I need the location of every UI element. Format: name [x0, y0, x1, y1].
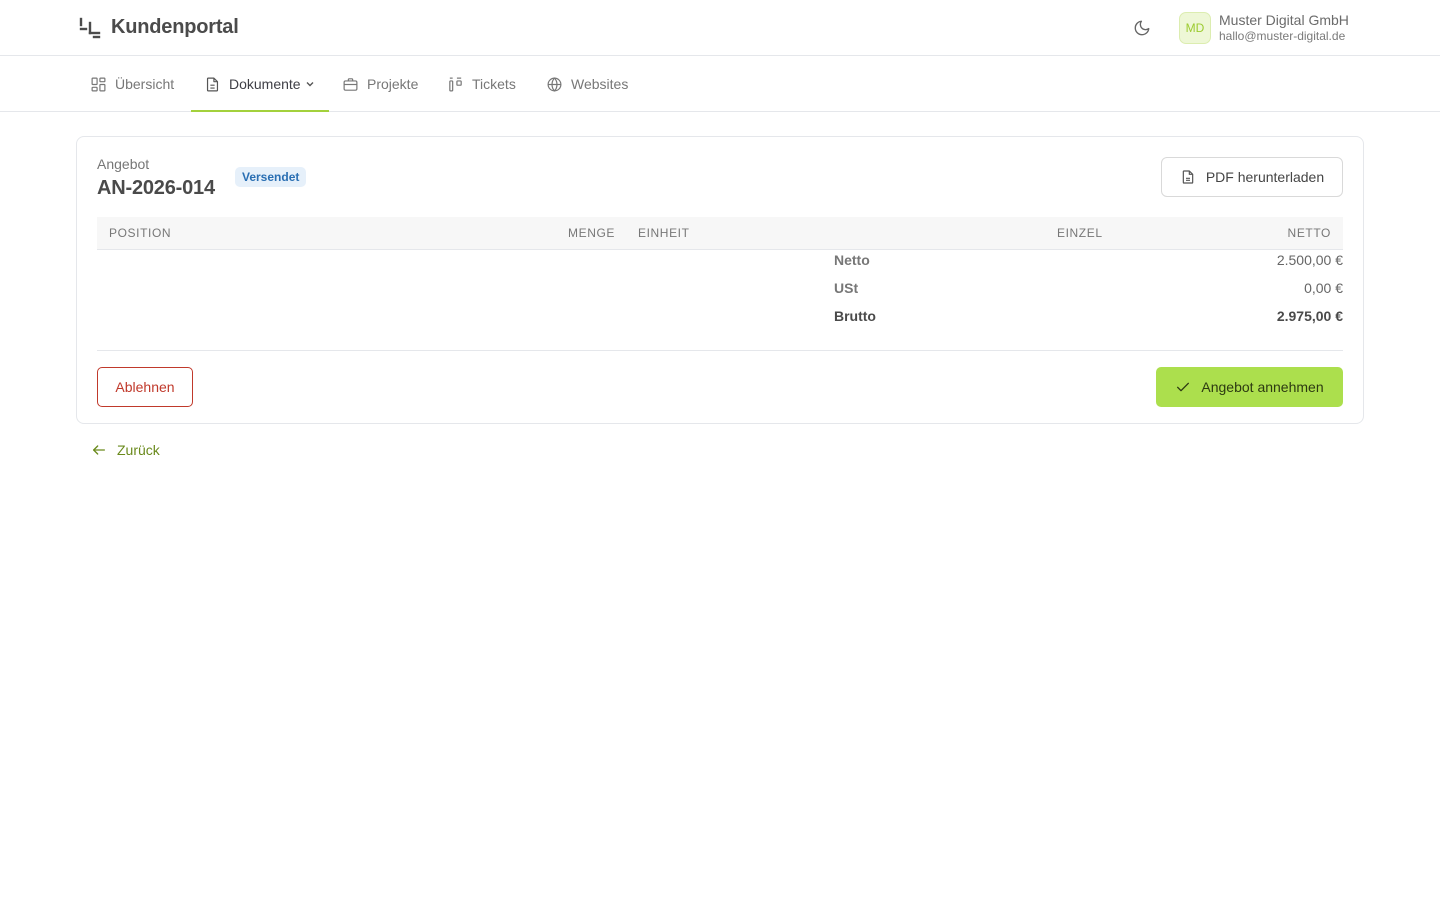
app-title: Kundenportal — [111, 16, 239, 38]
column-header-einzel: Einzel — [1057, 226, 1103, 240]
column-header-menge: Menge — [568, 226, 616, 240]
nav-item-websites[interactable]: Websites — [546, 56, 628, 112]
avatar: MD — [1179, 12, 1211, 44]
nav-item-dokumente[interactable]: Dokumente — [204, 56, 315, 112]
summary-value-ust: 0,00 € — [1304, 280, 1343, 296]
document-type: Angebot — [97, 156, 150, 172]
top-header: Kundenportal MD Muster Digital GmbH hall… — [0, 0, 1440, 56]
summary-label-brutto: Brutto — [834, 308, 876, 324]
nav-label: Tickets — [472, 76, 516, 92]
nav-item-projekte[interactable]: Projekte — [342, 56, 418, 112]
brand-logo-icon — [79, 17, 101, 38]
dashboard-icon — [91, 77, 106, 91]
column-header-netto: Netto — [1287, 226, 1331, 240]
nav-item-tickets[interactable]: Tickets — [447, 56, 516, 112]
nav-label: Übersicht — [115, 76, 175, 92]
kanban-icon — [449, 77, 462, 91]
divider — [97, 350, 1343, 351]
nav-label: Projekte — [367, 76, 419, 92]
file-icon — [1182, 170, 1194, 184]
nav-label: Websites — [571, 76, 629, 92]
summary-value-brutto: 2.975,00 € — [1276, 308, 1343, 324]
accept-offer-label: Angebot annehmen — [1201, 379, 1324, 395]
nav-label: Dokumente — [229, 76, 301, 92]
theme-toggle-button[interactable] — [1131, 17, 1153, 39]
user-email: hallo@muster-digital.de — [1219, 29, 1346, 44]
user-menu[interactable]: MD Muster Digital GmbH hallo@muster-digi… — [1179, 12, 1349, 44]
document-number: AN-2026-014 — [97, 177, 215, 199]
document-icon — [206, 77, 219, 91]
download-pdf-label: PDF herunterladen — [1205, 169, 1325, 185]
arrow-left-icon — [93, 445, 105, 455]
summary-value-netto: 2.500,00 € — [1276, 252, 1343, 268]
briefcase-icon — [343, 77, 358, 91]
column-header-position: Position — [109, 226, 172, 240]
reject-button[interactable]: Ablehnen — [97, 367, 193, 407]
globe-icon — [547, 76, 562, 92]
back-link[interactable]: Zurück — [91, 442, 160, 458]
summary-label-netto: Netto — [834, 252, 870, 268]
main-nav: Übersicht Dokumente Projekte Tickets Web… — [0, 56, 1440, 112]
accept-offer-button[interactable]: Angebot annehmen — [1156, 367, 1343, 407]
summary-label-ust: USt — [834, 280, 859, 296]
user-name: Muster Digital GmbH — [1219, 12, 1349, 29]
offer-card: Angebot AN-2026-014 Versendet PDF herunt… — [76, 136, 1364, 424]
active-tab-indicator — [191, 110, 329, 112]
column-header-einheit: Einheit — [638, 226, 690, 240]
items-table-header: Position Menge Einheit Einzel Netto — [97, 217, 1343, 250]
check-icon — [1177, 382, 1190, 392]
moon-icon — [1134, 20, 1150, 36]
brand[interactable]: Kundenportal — [79, 16, 239, 39]
download-pdf-button[interactable]: PDF herunterladen — [1161, 157, 1343, 197]
back-link-label: Zurück — [117, 442, 160, 458]
nav-item-uebersicht[interactable]: Übersicht — [90, 56, 174, 112]
status-badge: Versendet — [235, 167, 307, 187]
chevron-down-icon — [306, 82, 314, 87]
